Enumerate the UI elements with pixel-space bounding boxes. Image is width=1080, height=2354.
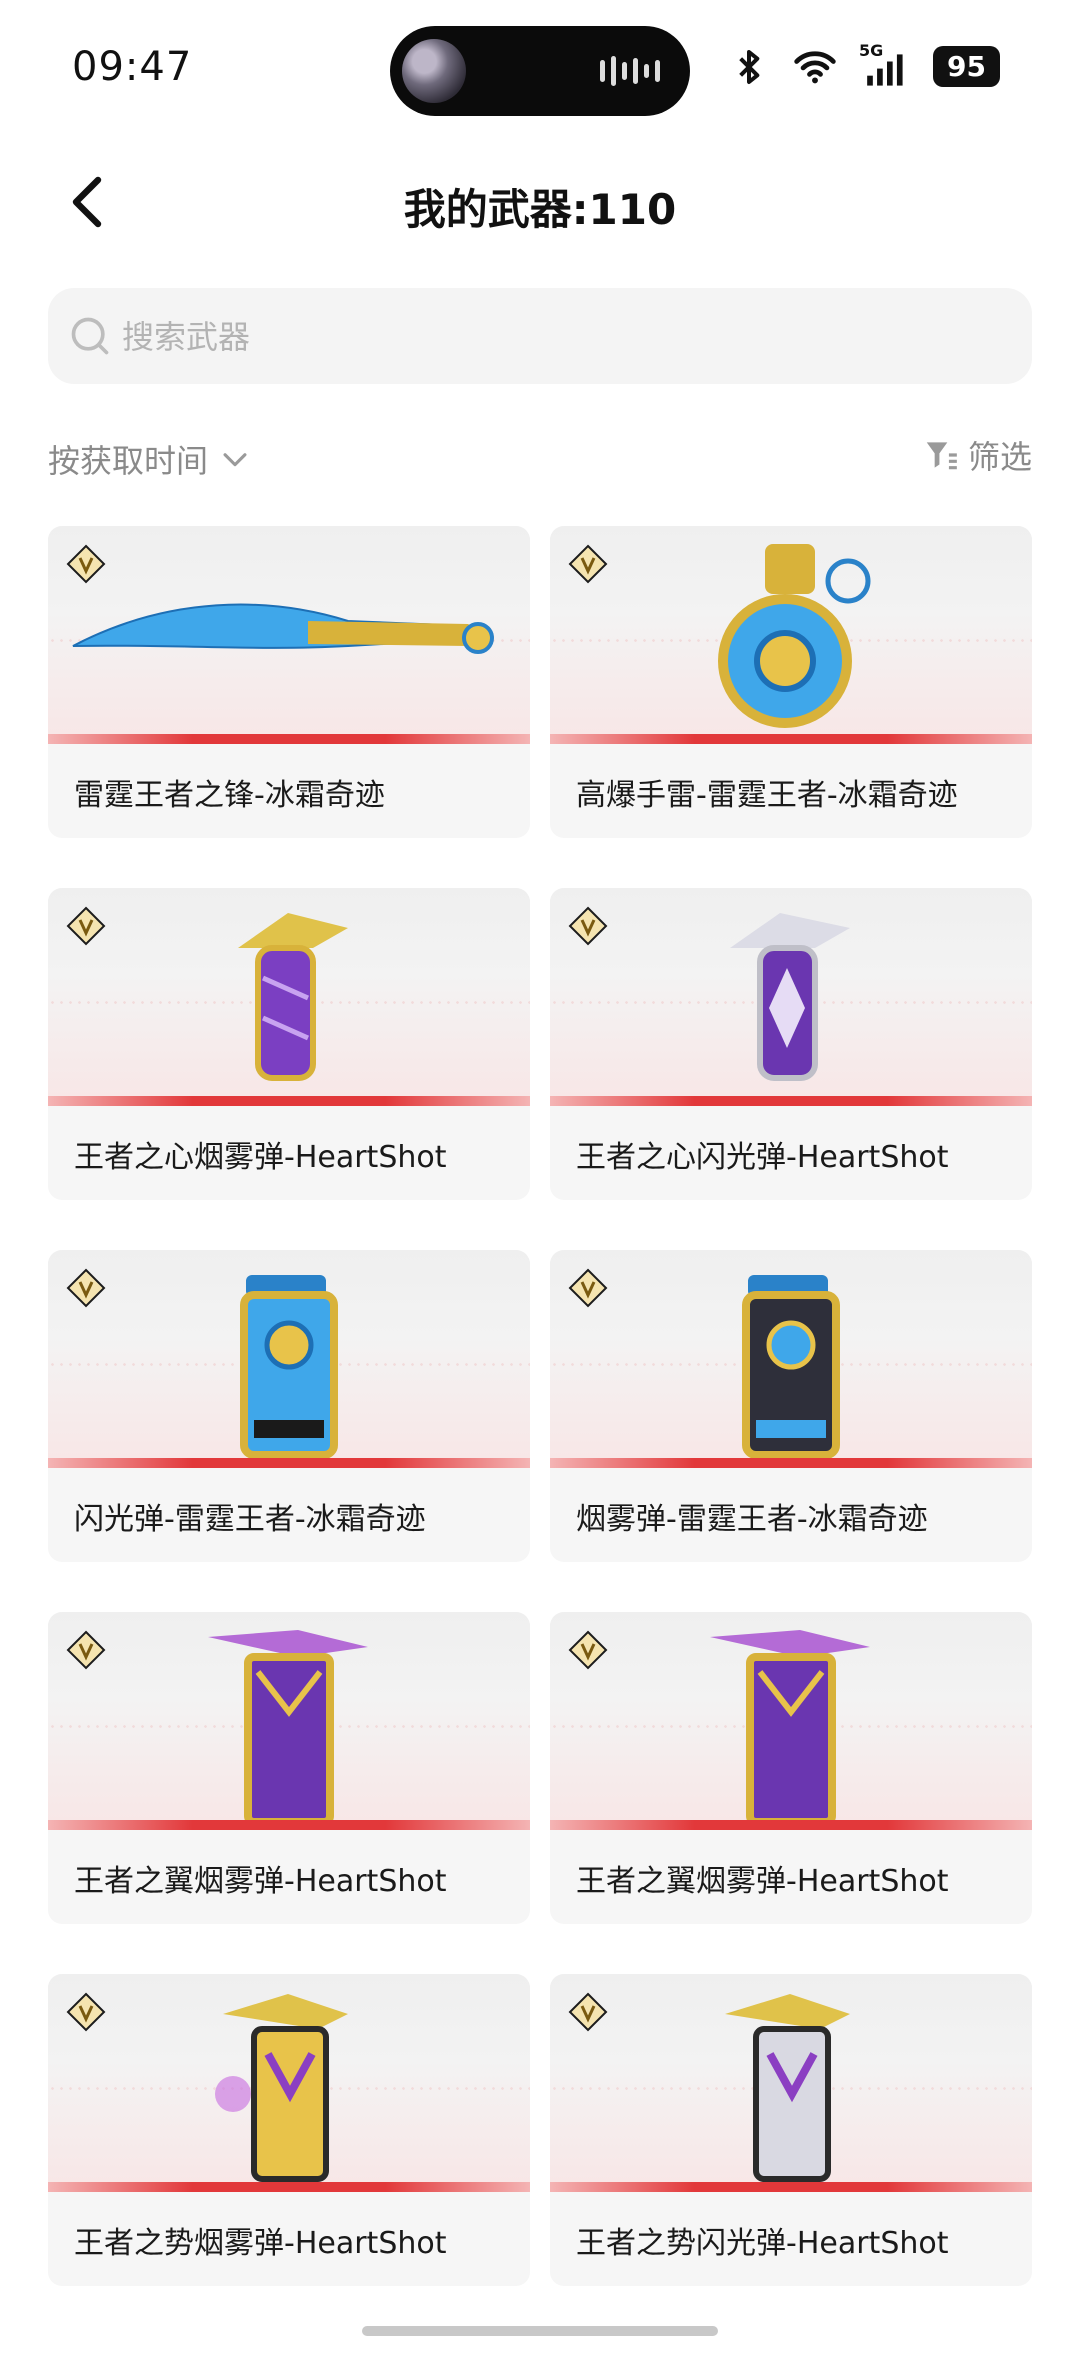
weapon-card[interactable]: 王者之势烟雾弹-HeartShot	[48, 1974, 530, 2286]
weapon-card[interactable]: 高爆手雷-雷霆王者-冰霜奇迹	[550, 526, 1032, 838]
v-rank-badge-icon	[66, 906, 106, 946]
smoke-grenade-icon	[742, 1275, 840, 1459]
v-rank-badge-icon	[568, 1992, 608, 2032]
weapon-card[interactable]: 王者之翼烟雾弹-HeartShot	[550, 1612, 1032, 1924]
weapon-card[interactable]: 烟雾弹-雷霆王者-冰霜奇迹	[550, 1250, 1032, 1562]
dynamic-island[interactable]	[390, 26, 690, 116]
audio-wave-icon	[600, 56, 660, 86]
weapon-name: 高爆手雷-雷霆王者-冰霜奇迹	[576, 778, 958, 813]
flash-grenade-icon	[730, 913, 850, 1081]
bluetooth-icon	[739, 49, 760, 84]
weapon-name: 王者之心闪光弹-HeartShot	[576, 1140, 949, 1175]
search-bar[interactable]	[48, 288, 1032, 386]
weapon-image-area	[48, 1250, 530, 1468]
v-rank-badge-icon	[568, 1630, 608, 1670]
weapon-card[interactable]: 雷霆王者之锋-冰霜奇迹	[48, 526, 530, 838]
now-playing-avatar	[402, 39, 466, 103]
v-rank-badge-icon	[66, 1268, 106, 1308]
weapon-name: 雷霆王者之锋-冰霜奇迹	[74, 778, 385, 813]
weapon-name: 烟雾弹-雷霆王者-冰霜奇迹	[576, 1502, 928, 1537]
smoke-grenade-icon	[710, 1630, 870, 1826]
flash-grenade-icon	[240, 1275, 338, 1459]
weapon-card[interactable]: 王者之翼烟雾弹-HeartShot	[48, 1612, 530, 1924]
weapon-name: 王者之心烟雾弹-HeartShot	[74, 1140, 447, 1175]
battery-indicator: 95	[933, 46, 1000, 87]
grenade-icon	[718, 544, 871, 728]
weapon-image-area	[48, 888, 530, 1106]
home-indicator[interactable]	[362, 2326, 718, 2336]
v-rank-badge-icon	[66, 544, 106, 584]
v-rank-badge-icon	[568, 906, 608, 946]
flash-grenade-icon	[725, 1994, 850, 2182]
weapon-image-area	[550, 526, 1032, 744]
chevron-down-icon	[223, 453, 247, 467]
weapon-card[interactable]: 王者之心烟雾弹-HeartShot	[48, 888, 530, 1200]
filter-label: 筛选	[967, 438, 1032, 476]
status-icons: 5G 95	[727, 41, 1000, 87]
sort-label: 按获取时间	[48, 442, 209, 480]
weapon-image-area	[550, 888, 1032, 1106]
filter-button[interactable]: 筛选	[922, 432, 1032, 478]
search-icon	[71, 317, 109, 355]
smoke-grenade-icon	[215, 1994, 348, 2182]
status-time: 09:47	[72, 44, 193, 90]
weapon-name: 闪光弹-雷霆王者-冰霜奇迹	[74, 1502, 426, 1537]
weapon-name: 王者之势闪光弹-HeartShot	[576, 2226, 949, 2261]
weapon-image-area	[550, 1250, 1032, 1468]
sort-dropdown[interactable]: 按获取时间	[48, 436, 252, 482]
page-title: 我的武器:110	[403, 185, 677, 234]
weapon-card[interactable]: 王者之势闪光弹-HeartShot	[550, 1974, 1032, 2286]
weapon-name: 王者之翼烟雾弹-HeartShot	[74, 1864, 447, 1899]
weapon-image-area	[48, 526, 530, 744]
weapon-image-area	[48, 1612, 530, 1830]
weapon-image-area	[550, 1974, 1032, 2192]
v-rank-badge-icon	[568, 1268, 608, 1308]
v-rank-badge-icon	[66, 1992, 106, 2032]
weapon-image-area	[48, 1974, 530, 2192]
weapon-card[interactable]: 王者之心闪光弹-HeartShot	[550, 888, 1032, 1200]
weapon-grid: 雷霆王者之锋-冰霜奇迹 高爆手雷-雷霆王者-冰霜奇迹 王者之心烟雾弹-Heart…	[48, 526, 1032, 2312]
blade-weapon-icon	[72, 603, 494, 654]
smoke-grenade-icon	[238, 913, 348, 1081]
search-input[interactable]	[120, 288, 1004, 386]
status-bar: 09:47 5G 95	[0, 0, 1080, 140]
weapon-card[interactable]: 闪光弹-雷霆王者-冰霜奇迹	[48, 1250, 530, 1562]
weapon-name: 王者之势烟雾弹-HeartShot	[74, 2226, 447, 2261]
smoke-grenade-icon	[208, 1630, 368, 1826]
weapon-image-area	[550, 1612, 1032, 1830]
cellular-signal-icon: 5G	[859, 41, 911, 87]
filter-icon	[926, 442, 957, 470]
weapon-name: 王者之翼烟雾弹-HeartShot	[576, 1864, 949, 1899]
wifi-icon	[794, 50, 836, 83]
v-rank-badge-icon	[66, 1630, 106, 1670]
v-rank-badge-icon	[568, 544, 608, 584]
